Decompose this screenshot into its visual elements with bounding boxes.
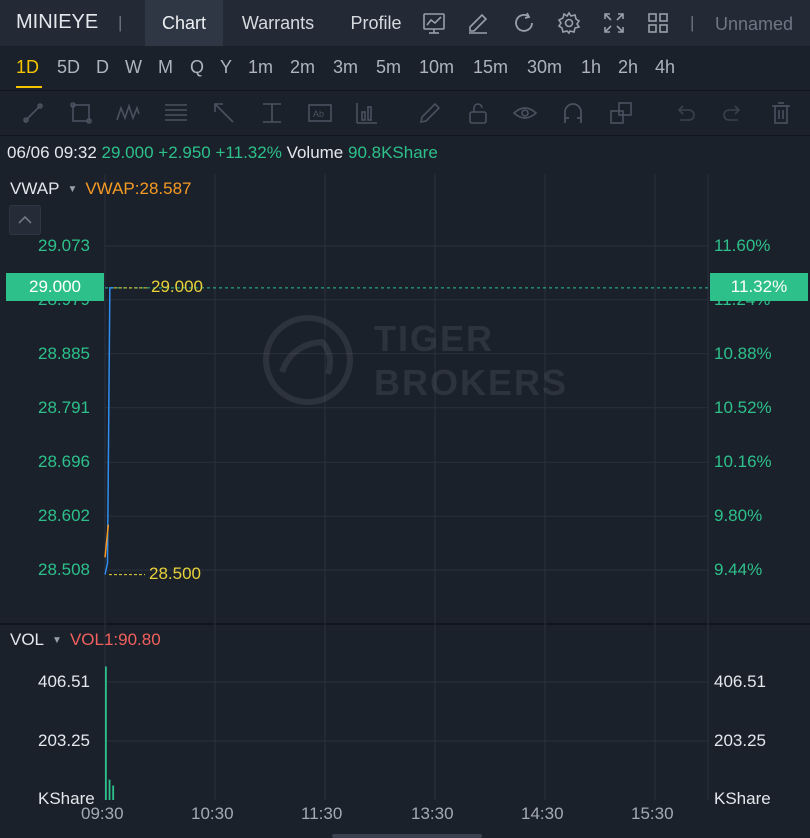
vol-indicator-value: VOL1:90.80	[69, 630, 161, 649]
time-axis-label: 13:30	[411, 804, 454, 823]
time-axis-label: 11:30	[301, 804, 343, 823]
price-axis-label: 28.791	[38, 398, 90, 417]
price-axis-label: 28.602	[38, 506, 90, 525]
price-axis-label: 28.696	[38, 452, 90, 471]
volume-axis-unit: KShare	[714, 789, 771, 808]
current-pct-box: 11.32%	[710, 273, 808, 301]
pct-axis-label: 10.88%	[714, 344, 772, 363]
collapse-button[interactable]	[9, 205, 41, 235]
volume-axis-label: 406.51	[38, 672, 90, 691]
vol-indicator-header: VOL ▼ VOL1:90.80	[10, 630, 161, 650]
high-marker-label: 29.000	[151, 277, 203, 296]
time-axis-label: 09:30	[81, 804, 124, 823]
tiger-brokers-watermark: TIGER BROKERS	[262, 314, 566, 408]
price-axis-label: 28.508	[38, 560, 90, 579]
price-axis-label: 29.073	[38, 236, 90, 255]
time-axis-label: 15:30	[631, 804, 674, 823]
volume-axis-label: 203.25	[38, 731, 90, 750]
pct-axis-label: 9.80%	[714, 506, 763, 525]
vwap-indicator-header: VWAP ▼ VWAP:28.587	[10, 179, 192, 199]
volume-bar	[105, 666, 107, 800]
price-axis-label: 28.885	[38, 344, 90, 363]
volume-bar	[108, 779, 111, 800]
volume-bar	[112, 785, 115, 800]
watermark-line1: TIGER	[374, 318, 495, 359]
chevron-up-icon	[18, 215, 32, 224]
pct-axis-label: 10.16%	[714, 452, 772, 471]
pct-axis-label: 9.44%	[714, 560, 763, 579]
time-axis-label: 14:30	[521, 804, 564, 823]
vwap-indicator-name[interactable]: VWAP	[10, 179, 59, 198]
watermark-line2: BROKERS	[374, 362, 569, 403]
pct-axis-label: 10.52%	[714, 398, 772, 417]
vwap-indicator-value: VWAP:28.587	[85, 179, 192, 198]
vol-indicator-name[interactable]: VOL	[10, 630, 44, 649]
chevron-down-icon[interactable]: ▼	[67, 184, 77, 195]
time-axis-label: 10:30	[191, 804, 234, 823]
volume-axis-label: 406.51	[714, 672, 766, 691]
series-line-price	[104, 287, 114, 575]
time-scrollbar[interactable]	[332, 834, 482, 838]
low-marker-label: 28.500	[149, 564, 201, 583]
chevron-down-icon[interactable]: ▼	[52, 635, 62, 646]
volume-axis-label: 203.25	[714, 731, 766, 750]
current-price-box: 29.000	[6, 273, 104, 301]
chart-canvas[interactable]	[0, 0, 810, 838]
pct-axis-label: 11.60%	[714, 236, 771, 255]
tiger-logo-icon	[263, 315, 353, 405]
